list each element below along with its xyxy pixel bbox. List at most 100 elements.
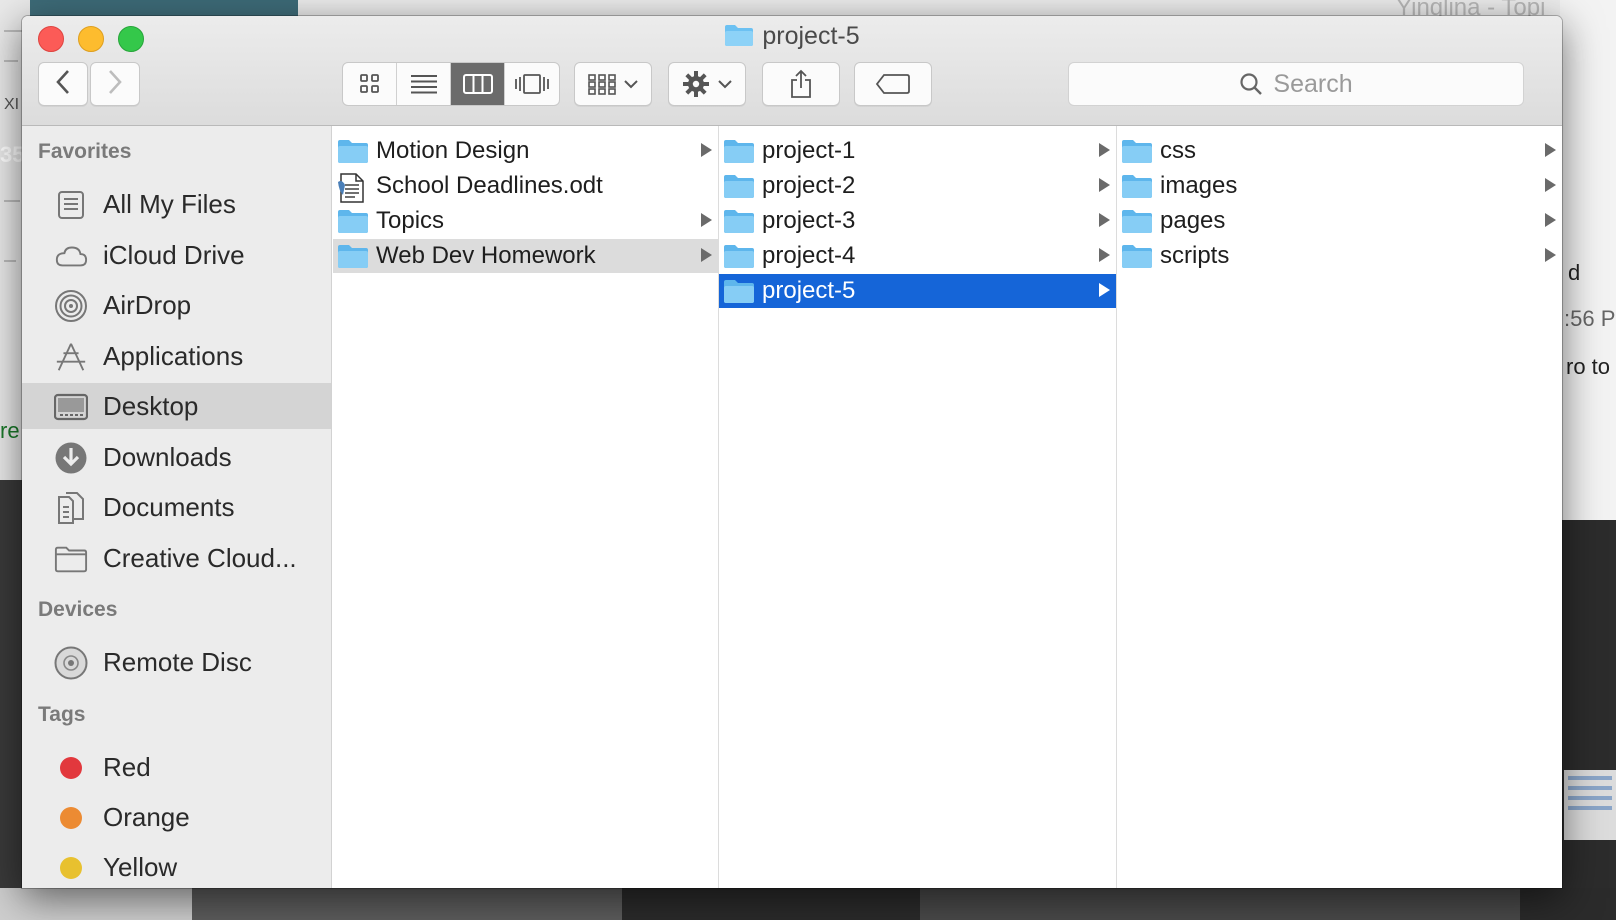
list-item-project-5[interactable]: project-5 (719, 274, 1116, 308)
background-text: XI (4, 96, 20, 113)
list-item-pages[interactable]: pages (1117, 204, 1562, 238)
sidebar-item-label: Orange (103, 801, 190, 832)
gear-icon (683, 71, 709, 97)
action-button[interactable] (668, 62, 746, 106)
share-button[interactable] (762, 62, 840, 106)
columns-icon (462, 74, 493, 94)
sidebar-item-label: AirDrop (103, 289, 192, 320)
item-name: images (1160, 172, 1238, 199)
list-item-project-4[interactable]: project-4 (719, 239, 1116, 273)
sidebar-item-documents[interactable]: Documents (22, 484, 331, 530)
cover-flow-view-button[interactable] (505, 63, 559, 105)
document-icon (337, 173, 367, 208)
search-placeholder: Search (1273, 69, 1353, 98)
item-name: project-4 (762, 242, 856, 269)
sidebar-item-label: Remote Disc (103, 646, 252, 677)
cloud-icon (54, 239, 88, 273)
sidebar-item-applications[interactable]: Applications (22, 333, 331, 379)
sidebar-item-airdrop[interactable]: AirDrop (22, 282, 331, 328)
sidebar-item-tag-orange[interactable]: Orange (22, 794, 331, 840)
sidebar-item-label: iCloud Drive (103, 239, 245, 270)
background-text: re (0, 418, 20, 443)
list-item-project-3[interactable]: project-3 (719, 204, 1116, 238)
background-text: ro to (1566, 354, 1611, 379)
browser-column-2: project-1 project-2 project-3 project-4 … (719, 126, 1117, 888)
sidebar-item-icloud-drive[interactable]: iCloud Drive (22, 232, 331, 278)
back-button[interactable] (38, 62, 88, 106)
disc-icon (54, 646, 88, 680)
disclosure-arrow-icon (1099, 248, 1110, 262)
background-dark-area (1560, 520, 1616, 920)
folder-icon (724, 23, 754, 54)
folder-icon (723, 173, 755, 204)
disclosure-arrow-icon (1545, 248, 1556, 262)
icon-view-button[interactable] (343, 63, 397, 105)
folder-icon (1121, 138, 1153, 169)
window-title: project-5 (22, 22, 1562, 54)
disclosure-arrow-icon (701, 248, 712, 262)
folder-icon (723, 278, 755, 309)
item-name: project-1 (762, 137, 856, 164)
disclosure-arrow-icon (1099, 213, 1110, 227)
disclosure-arrow-icon (1099, 178, 1110, 192)
list-item-css[interactable]: css (1117, 134, 1562, 168)
view-mode-control (342, 62, 560, 106)
folder-icon (723, 208, 755, 239)
column-view-button[interactable] (451, 63, 505, 105)
sidebar-header-tags: Tags (38, 703, 86, 726)
background-thumbnail (1564, 770, 1616, 840)
sidebar-item-remote-disc[interactable]: Remote Disc (22, 639, 331, 685)
list-view-button[interactable] (397, 63, 451, 105)
list-item-web-dev-homework[interactable]: Web Dev Homework (333, 239, 718, 273)
chevron-down-icon (718, 80, 732, 89)
arrange-button[interactable] (574, 62, 652, 106)
share-icon (791, 69, 811, 98)
downloads-icon (54, 441, 88, 475)
list-item-images[interactable]: images (1117, 169, 1562, 203)
item-name: project-3 (762, 207, 856, 234)
disclosure-arrow-icon (701, 143, 712, 157)
list-icon (410, 75, 437, 94)
chevron-down-icon (624, 80, 638, 89)
disclosure-arrow-icon (1545, 178, 1556, 192)
background-text: 35 (0, 142, 25, 167)
chevron-right-icon (106, 69, 124, 100)
sidebar-item-label: Desktop (103, 390, 199, 421)
folder-icon (54, 542, 88, 576)
documents-icon (54, 491, 88, 525)
sidebar-header-favorites: Favorites (38, 140, 132, 163)
folder-icon (337, 208, 369, 239)
finder-window: project-5 Search Favorites All My Files … (22, 16, 1562, 888)
item-name: project-2 (762, 172, 856, 199)
search-field[interactable]: Search (1068, 62, 1524, 106)
sidebar-item-label: Red (103, 751, 151, 782)
sidebar-item-all-my-files[interactable]: All My Files (22, 181, 331, 227)
sidebar-item-creative-cloud[interactable]: Creative Cloud... (22, 535, 331, 581)
list-item-school-deadlines[interactable]: School Deadlines.odt (333, 169, 718, 203)
folder-icon (723, 243, 755, 274)
list-item-project-2[interactable]: project-2 (719, 169, 1116, 203)
background-bottom-strip (0, 888, 1616, 920)
edit-tags-button[interactable] (854, 62, 932, 106)
item-name: School Deadlines.odt (376, 172, 603, 199)
sidebar-item-tag-yellow[interactable]: Yellow (22, 844, 331, 888)
tag-color-dot (54, 801, 88, 835)
sidebar-item-label: All My Files (103, 188, 236, 219)
list-item-topics[interactable]: Topics (333, 204, 718, 238)
tag-color-dot (54, 851, 88, 885)
list-item-motion-design[interactable]: Motion Design (333, 134, 718, 168)
toolbar: project-5 Search (22, 16, 1562, 126)
list-item-scripts[interactable]: scripts (1117, 239, 1562, 273)
list-item-project-1[interactable]: project-1 (719, 134, 1116, 168)
sidebar-item-desktop[interactable]: Desktop (22, 383, 331, 429)
background-text: :56 P (1564, 306, 1616, 331)
sidebar-item-downloads[interactable]: Downloads (22, 434, 331, 480)
sidebar-item-tag-red[interactable]: Red (22, 744, 331, 790)
sidebar-item-label: Documents (103, 491, 235, 522)
sidebar-item-label: Applications (103, 340, 244, 371)
applications-icon (54, 340, 88, 374)
disclosure-arrow-icon (1099, 283, 1110, 297)
background-text: d (1568, 260, 1581, 285)
forward-button[interactable] (90, 62, 140, 106)
sidebar-header-devices: Devices (38, 598, 118, 621)
